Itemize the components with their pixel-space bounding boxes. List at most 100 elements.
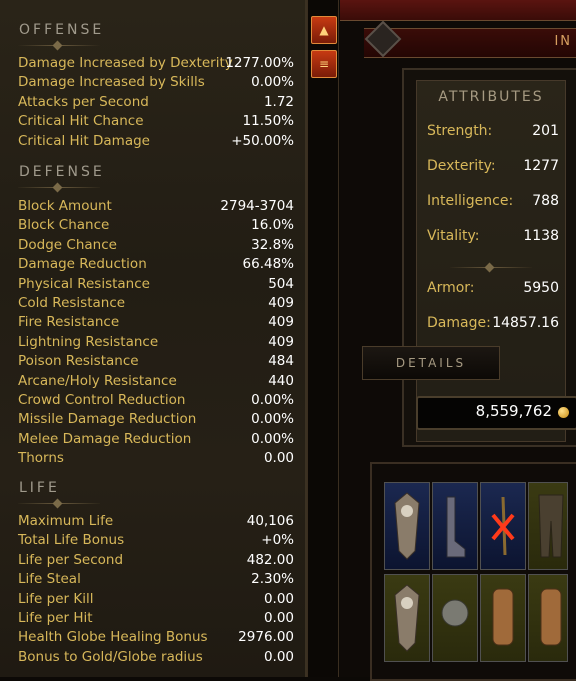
stat-label: Bonus to Gold/Globe radius [18, 648, 203, 665]
top-frame [340, 0, 576, 21]
stat-label: Damage Increased by Dexterity [18, 55, 233, 71]
stat-row: Health Globe Healing Bonus 2976.00 [18, 628, 294, 647]
stat-value: 0.00 [263, 590, 294, 607]
stat-row: Block Chance 16.0% [18, 216, 294, 235]
stat-row: Fire Resistance 409 [18, 313, 294, 332]
inventory-slot[interactable] [432, 574, 478, 662]
stat-value: 0.00 [263, 610, 294, 626]
defense-divider [18, 183, 100, 192]
stat-value: 40,106 [246, 513, 294, 529]
stat-value: 2976.00 [238, 629, 294, 646]
defense-heading: DEFENSE [19, 164, 105, 180]
stat-row: Crowd Control Reduction 0.00% [18, 391, 294, 410]
attribute-vitality: Vitality: 1138 [427, 226, 559, 246]
stat-label: Thorns [18, 450, 64, 467]
stat-value: 484 [268, 353, 294, 370]
stats-scrollbar[interactable]: ▲ ≡ [307, 0, 339, 677]
stat-value: 66.48% [242, 256, 294, 273]
inventory-slot[interactable] [384, 482, 430, 570]
stat-label: Life per Hit [18, 610, 93, 626]
stat-label: Critical Hit Damage [18, 132, 150, 149]
arrow-up-icon[interactable]: ▲ [311, 16, 337, 44]
gold-amount: 8,559,762 [475, 402, 552, 420]
stat-row: Life per Kill 0.00 [18, 590, 294, 609]
stat-label: Block Amount [18, 198, 112, 214]
stat-value: +50.00% [231, 132, 294, 149]
stat-label: Poison Resistance [18, 353, 139, 370]
stat-row: Cold Resistance 409 [18, 294, 294, 313]
stat-row: Damage Increased by Dexterity 1277.00% [18, 54, 294, 73]
stat-label: Arcane/Holy Resistance [18, 372, 177, 389]
attribute-intelligence: Intelligence: 788 [427, 191, 559, 211]
inventory-slot[interactable] [528, 574, 568, 662]
character-panel: IN ATTRIBUTES Strength: 201 Dexterity: 127… [340, 0, 576, 681]
attributes-title: ATTRIBUTES [438, 89, 544, 105]
attribute-dexterity: Dexterity: 1277 [427, 156, 559, 176]
stat-value: 409 [268, 314, 294, 331]
armor-value: 5950 [523, 280, 559, 296]
stat-label: Attacks per Second [18, 93, 149, 110]
stats-panel: OFFENSE Damage Increased by Dexterity 127… [0, 0, 307, 677]
stat-label: Crowd Control Reduction [18, 392, 186, 408]
stat-value: 0.00% [251, 411, 294, 428]
stat-label: Life Steal [18, 571, 81, 588]
stat-value: 504 [268, 275, 294, 292]
stat-value: +0% [261, 532, 294, 549]
stat-label: Physical Resistance [18, 275, 150, 292]
stat-row: Missile Damage Reduction 0.00% [18, 410, 294, 429]
attribute-value: 1277 [523, 158, 559, 174]
inventory-slot[interactable] [480, 482, 526, 570]
bracers-icon [492, 588, 514, 646]
stat-value: 2794-3704 [220, 198, 294, 214]
stat-label: Lightning Resistance [18, 333, 159, 350]
stat-value: 0.00 [263, 450, 294, 467]
inventory-slot[interactable] [432, 482, 478, 570]
stat-row: Melee Damage Reduction 0.00% [18, 430, 294, 449]
life-divider [18, 499, 100, 508]
stat-label: Health Globe Healing Bonus [18, 629, 208, 646]
stat-row: Attacks per Second 1.72 [18, 93, 294, 112]
shield-icon [394, 584, 420, 652]
stat-row: Critical Hit Chance 11.50% [18, 112, 294, 131]
inventory-slot[interactable] [480, 574, 526, 662]
inventory-slot[interactable] [528, 482, 568, 570]
attribute-damage: Damage: 14857.16 [427, 313, 559, 333]
stat-value: 409 [268, 295, 294, 311]
stat-label: Block Chance [18, 217, 110, 234]
stat-value: 0.00% [251, 430, 294, 447]
stat-value: 440 [268, 372, 294, 389]
stat-row: Critical Hit Damage +50.00% [18, 132, 294, 151]
shield-icon [394, 492, 420, 560]
stat-value: 409 [268, 333, 294, 350]
attribute-value: 201 [532, 123, 559, 139]
stat-value: 2.30% [251, 571, 294, 588]
pants-icon [538, 494, 564, 558]
stat-value: 1.72 [263, 93, 294, 110]
stat-label: Damage Increased by Skills [18, 74, 205, 91]
stat-label: Critical Hit Chance [18, 113, 144, 130]
stat-value: 0.00% [251, 74, 294, 91]
attributes-divider [450, 263, 532, 272]
damage-value: 14857.16 [492, 315, 559, 331]
stat-value: 0.00 [263, 648, 294, 665]
damage-label: Damage: [427, 315, 491, 331]
life-heading: LIFE [19, 480, 60, 496]
stat-row: Dodge Chance 32.8% [18, 236, 294, 255]
stat-row: Maximum Life 40,106 [18, 512, 294, 531]
details-button[interactable]: DETAILS [362, 346, 500, 380]
attributes-panel: ATTRIBUTES Strength: 201 Dexterity: 1277 I… [402, 68, 576, 447]
stat-row: Block Amount 2794-3704 [18, 197, 294, 216]
stat-value: 482.00 [246, 551, 294, 568]
stat-label: Dodge Chance [18, 236, 117, 253]
scroll-thumb-icon[interactable]: ≡ [311, 50, 337, 78]
stat-label: Total Life Bonus [18, 532, 125, 549]
inventory-slot[interactable] [384, 574, 430, 662]
attribute-label: Dexterity: [427, 158, 496, 174]
stat-label: Maximum Life [18, 513, 114, 529]
stat-row: Total Life Bonus +0% [18, 531, 294, 550]
offense-heading: OFFENSE [19, 22, 105, 38]
stat-label: Fire Resistance [18, 314, 120, 331]
stat-row: Physical Resistance 504 [18, 275, 294, 294]
round-shield-icon [441, 599, 469, 627]
stat-row: Damage Reduction 66.48% [18, 255, 294, 274]
